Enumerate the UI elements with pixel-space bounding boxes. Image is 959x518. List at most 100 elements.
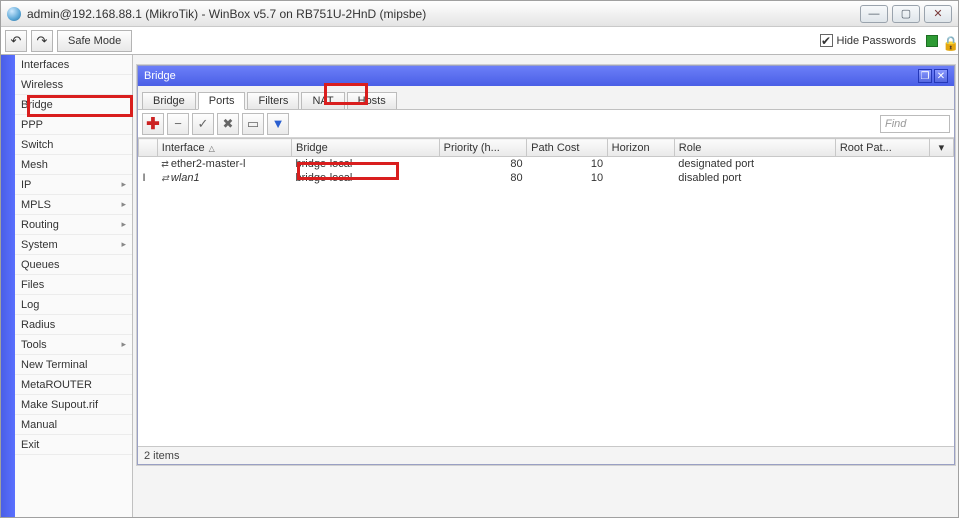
sidebar-item-label: Files [21, 279, 44, 291]
undo-button[interactable]: ↶ [5, 30, 27, 52]
column-header[interactable]: Horizon [607, 139, 674, 157]
chevron-right-icon: ▸ [121, 199, 126, 210]
table-cell: 10 [527, 171, 608, 185]
interface-icon: ⇄ [161, 159, 169, 170]
sidebar-item-label: Manual [21, 419, 57, 431]
bridge-restore-button[interactable]: ❐ [918, 69, 932, 83]
main-body: Interfaces Wireless Bridge PPP Switch Mesh IP▸… [1, 55, 958, 517]
sidebar-item-label: Exit [21, 439, 39, 451]
tabs: BridgePortsFiltersNATHosts [138, 86, 954, 110]
maximize-button[interactable]: ▢ [892, 5, 920, 23]
left-blue-strip [1, 55, 15, 517]
chevron-right-icon: ▸ [121, 339, 126, 350]
sidebar-item-mpls[interactable]: MPLS ▸ [15, 195, 132, 215]
chevron-right-icon: ▸ [121, 179, 126, 190]
sidebar-item-label: Wireless [21, 79, 63, 91]
table-row[interactable]: ⇄ether2-master-lbridge-local8010designat… [139, 157, 954, 172]
minimize-button[interactable]: — [860, 5, 888, 23]
table-cell [835, 157, 929, 172]
bridge-titlebar[interactable]: Bridge ❐ ✕ [138, 66, 954, 86]
sidebar-item-label: Interfaces [21, 59, 69, 71]
column-header[interactable]: Role [674, 139, 835, 157]
tab-bridge[interactable]: Bridge [142, 92, 196, 109]
table-cell: 10 [527, 157, 608, 172]
sidebar-item-switch[interactable]: Switch [15, 135, 132, 155]
sidebar-item-wireless[interactable]: Wireless [15, 75, 132, 95]
tab-hosts[interactable]: Hosts [347, 92, 397, 109]
sidebar-item-metarouter[interactable]: MetaROUTER [15, 375, 132, 395]
sidebar-item-ip[interactable]: IP▸ [15, 175, 132, 195]
remove-button[interactable]: − [167, 113, 189, 135]
comment-icon: ▭ [247, 116, 259, 132]
tab-filters[interactable]: Filters [247, 92, 299, 109]
safe-mode-button[interactable]: Safe Mode [57, 30, 132, 52]
titlebar: admin@192.168.88.1 (MikroTik) - WinBox v… [1, 1, 958, 27]
sidebar-item-label: Make Supout.rif [21, 399, 98, 411]
sidebar-item-interfaces[interactable]: Interfaces [15, 55, 132, 75]
hide-passwords-label: Hide Passwords [837, 35, 916, 47]
sidebar: Interfaces Wireless Bridge PPP Switch Mesh IP▸… [15, 55, 133, 517]
sidebar-item-label: Routing [21, 219, 59, 231]
sidebar-item-label: MetaROUTER [21, 379, 92, 391]
sidebar-item-label: Radius [21, 319, 55, 331]
redo-button[interactable]: ↷ [31, 30, 53, 52]
chevron-right-icon: ▸ [121, 239, 126, 250]
column-header[interactable]: Root Pat... [835, 139, 929, 157]
column-header[interactable]: Bridge [291, 139, 439, 157]
close-button[interactable]: ✕ [924, 5, 952, 23]
table-cell: bridge-local [291, 157, 439, 172]
table-cell [929, 157, 953, 172]
comment-button[interactable]: ▭ [242, 113, 264, 135]
interface-icon: ⇄ [161, 173, 169, 184]
sidebar-item-ppp[interactable]: PPP [15, 115, 132, 135]
check-icon: ✓ [198, 116, 209, 132]
minus-icon: − [174, 116, 182, 131]
table-cell: ⇄wlan1 [157, 171, 291, 185]
sidebar-item-mesh[interactable]: Mesh [15, 155, 132, 175]
table-row[interactable]: I⇄wlan1bridge-local8010disabled port [139, 171, 954, 185]
sidebar-item-label: Mesh [21, 159, 48, 171]
column-header[interactable]: Path Cost [527, 139, 608, 157]
sidebar-item-label: Queues [21, 259, 60, 271]
sidebar-item-label: MPLS [21, 199, 51, 211]
sidebar-item-label: PPP [21, 119, 43, 131]
find-input[interactable]: Find [880, 115, 950, 133]
column-header[interactable]: Interface△ [157, 139, 291, 157]
sidebar-item-routing[interactable]: Routing▸ [15, 215, 132, 235]
sidebar-item-tools[interactable]: Tools▸ [15, 335, 132, 355]
tab-ports[interactable]: Ports [198, 92, 246, 110]
table: Interface△BridgePriority (h...Path CostH… [138, 138, 954, 446]
status-bar: 2 items [138, 446, 954, 464]
window-title: admin@192.168.88.1 (MikroTik) - WinBox v… [27, 7, 860, 21]
column-header[interactable] [139, 139, 158, 157]
table-cell [607, 157, 674, 172]
column-menu-button[interactable]: ▾ [929, 139, 953, 157]
content-area: Bridge ❐ ✕ BridgePortsFiltersNATHosts ✚ … [133, 55, 958, 517]
sidebar-item-files[interactable]: Files [15, 275, 132, 295]
sidebar-item-exit[interactable]: Exit [15, 435, 132, 455]
column-header[interactable]: Priority (h... [439, 139, 527, 157]
sidebar-item-radius[interactable]: Radius [15, 315, 132, 335]
undo-icon: ↶ [11, 33, 22, 49]
sidebar-item-queues[interactable]: Queues [15, 255, 132, 275]
add-button[interactable]: ✚ [142, 113, 164, 135]
app-window: admin@192.168.88.1 (MikroTik) - WinBox v… [0, 0, 959, 518]
sidebar-item-label: New Terminal [21, 359, 87, 371]
sidebar-item-bridge[interactable]: Bridge [15, 95, 132, 115]
sidebar-item-system[interactable]: System▸ [15, 235, 132, 255]
table-cell: designated port [674, 157, 835, 172]
filter-button[interactable]: ▼ [267, 113, 289, 135]
sidebar-item-log[interactable]: Log [15, 295, 132, 315]
bridge-close-button[interactable]: ✕ [934, 69, 948, 83]
enable-button[interactable]: ✓ [192, 113, 214, 135]
table-cell: I [139, 171, 158, 185]
table-cell [835, 171, 929, 185]
sidebar-item-manual[interactable]: Manual [15, 415, 132, 435]
bridge-title: Bridge [144, 70, 176, 82]
hide-passwords-checkbox[interactable]: ✔ Hide Passwords [820, 34, 916, 47]
sidebar-item-make-supout-rif[interactable]: Make Supout.rif [15, 395, 132, 415]
tab-nat[interactable]: NAT [301, 92, 344, 109]
disable-button[interactable]: ✖ [217, 113, 239, 135]
find-placeholder: Find [885, 118, 906, 130]
sidebar-item-new-terminal[interactable]: New Terminal [15, 355, 132, 375]
